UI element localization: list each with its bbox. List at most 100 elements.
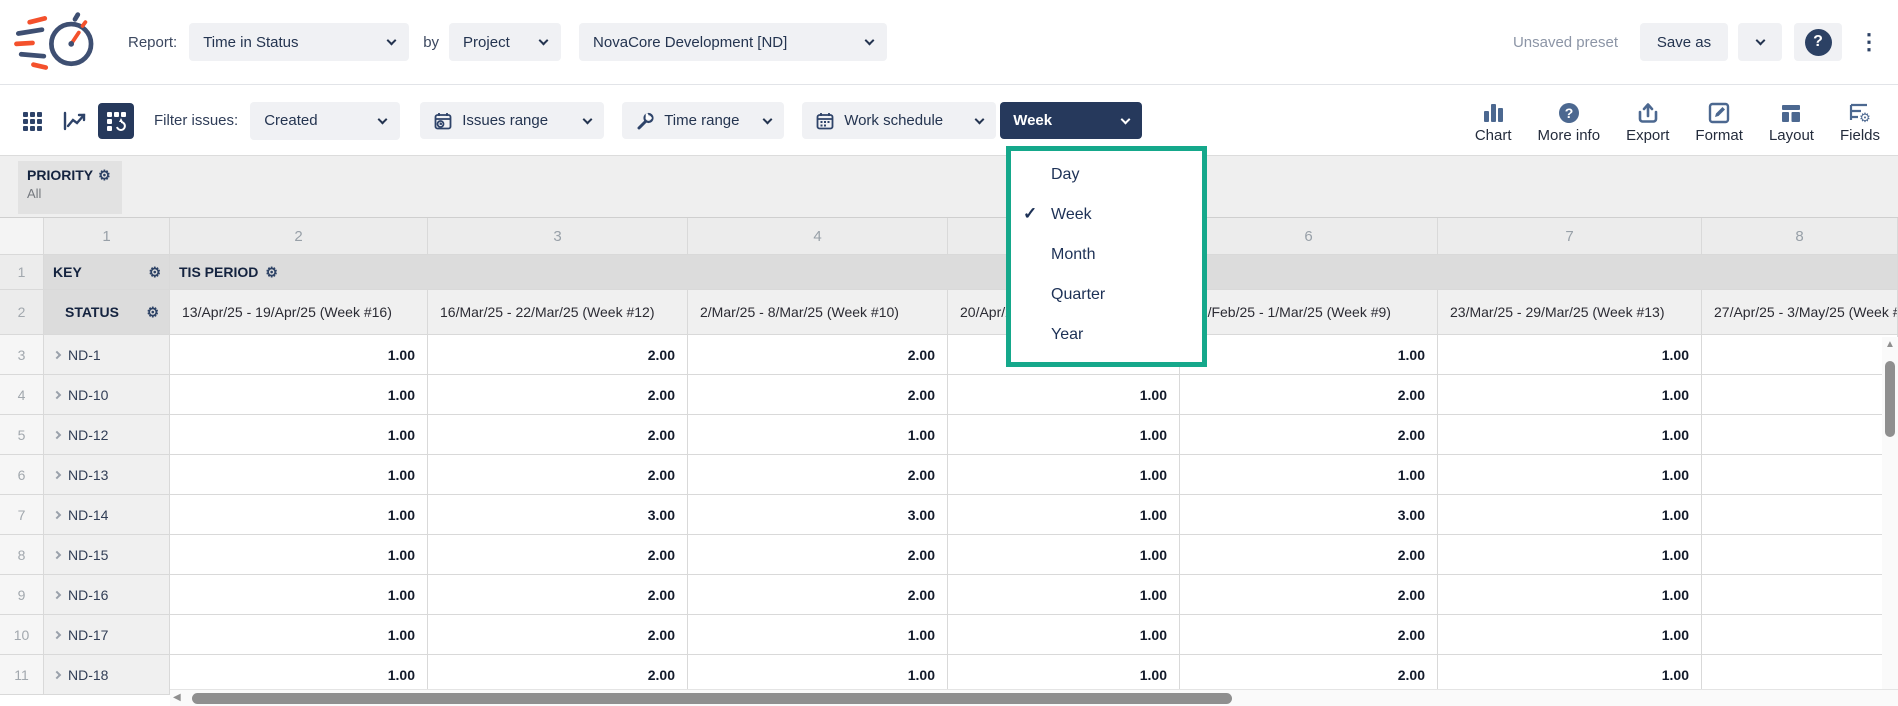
value-cell[interactable]: 1.00 xyxy=(1438,575,1702,615)
expand-chevron-icon[interactable] xyxy=(53,630,61,638)
issue-key-cell[interactable]: ND-12 xyxy=(44,415,170,455)
value-cell[interactable]: 3.00 xyxy=(1180,495,1438,535)
value-cell[interactable]: 1.00 xyxy=(1438,375,1702,415)
horizontal-scrollbar-thumb[interactable] xyxy=(192,693,1232,704)
status-settings-gear-icon[interactable]: ⚙ xyxy=(146,305,159,319)
export-tool-button[interactable]: Export xyxy=(1626,97,1669,144)
key-settings-gear-icon[interactable]: ⚙ xyxy=(148,265,161,279)
period-column-header[interactable]: 27/Apr/25 - 3/May/25 (Week #18) xyxy=(1702,290,1898,335)
scroll-up-arrow-icon[interactable]: ▲ xyxy=(1885,339,1895,350)
more-info-tool-button[interactable]: ? More info xyxy=(1538,97,1601,144)
value-cell[interactable]: 2.00 xyxy=(428,535,688,575)
value-cell[interactable]: 2.00 xyxy=(1180,375,1438,415)
value-cell[interactable]: 2.00 xyxy=(428,335,688,375)
chart-view-button[interactable] xyxy=(56,103,92,139)
tis-period-settings-gear-icon[interactable]: ⚙ xyxy=(265,265,278,279)
value-cell[interactable]: 1.00 xyxy=(170,535,428,575)
value-cell[interactable]: 2.00 xyxy=(688,375,948,415)
issue-key-cell[interactable]: ND-18 xyxy=(44,655,170,695)
value-cell[interactable] xyxy=(1702,455,1898,495)
expand-chevron-icon[interactable] xyxy=(53,390,61,398)
save-as-button[interactable]: Save as xyxy=(1640,23,1728,61)
value-cell[interactable]: 1.00 xyxy=(170,495,428,535)
column-number-header[interactable]: 7 xyxy=(1438,218,1702,255)
period-menu-item-day[interactable]: Day xyxy=(1011,155,1202,195)
value-cell[interactable] xyxy=(1702,375,1898,415)
priority-settings-gear-icon[interactable]: ⚙ xyxy=(98,168,111,182)
expand-chevron-icon[interactable] xyxy=(53,590,61,598)
vertical-scrollbar[interactable]: ▲ xyxy=(1882,337,1898,689)
issues-range-button[interactable]: Issues range xyxy=(420,102,604,139)
period-menu-item-quarter[interactable]: Quarter xyxy=(1011,275,1202,315)
work-schedule-button[interactable]: Work schedule xyxy=(802,102,996,139)
value-cell[interactable]: 1.00 xyxy=(1438,415,1702,455)
value-cell[interactable]: 1.00 xyxy=(1438,335,1702,375)
value-cell[interactable]: 2.00 xyxy=(1180,575,1438,615)
value-cell[interactable]: 2.00 xyxy=(428,455,688,495)
column-number-header[interactable]: 2 xyxy=(170,218,428,255)
vertical-scrollbar-thumb[interactable] xyxy=(1885,361,1895,437)
expand-chevron-icon[interactable] xyxy=(53,430,61,438)
value-cell[interactable]: 2.00 xyxy=(688,335,948,375)
group-by-select[interactable]: Project xyxy=(449,23,561,61)
value-cell[interactable]: 1.00 xyxy=(170,455,428,495)
value-cell[interactable]: 1.00 xyxy=(1180,455,1438,495)
value-cell[interactable]: 2.00 xyxy=(1180,615,1438,655)
value-cell[interactable]: 1.00 xyxy=(688,415,948,455)
value-cell[interactable] xyxy=(1702,495,1898,535)
save-as-dropdown-button[interactable] xyxy=(1738,23,1782,61)
grid-view-button[interactable] xyxy=(14,103,50,139)
value-cell[interactable]: 1.00 xyxy=(1438,535,1702,575)
value-cell[interactable]: 2.00 xyxy=(428,415,688,455)
value-cell[interactable]: 1.00 xyxy=(948,495,1180,535)
value-cell[interactable]: 1.00 xyxy=(170,335,428,375)
expand-chevron-icon[interactable] xyxy=(53,510,61,518)
period-select-button[interactable]: Week xyxy=(1000,102,1142,139)
time-range-button[interactable]: Time range xyxy=(622,102,784,139)
issue-key-cell[interactable]: ND-14 xyxy=(44,495,170,535)
expand-chevron-icon[interactable] xyxy=(53,550,61,558)
period-column-header[interactable]: 2/Mar/25 - 8/Mar/25 (Week #10) xyxy=(688,290,948,335)
value-cell[interactable]: 1.00 xyxy=(948,455,1180,495)
scroll-left-arrow-icon[interactable]: ◀ xyxy=(173,692,181,703)
expand-chevron-icon[interactable] xyxy=(53,670,61,678)
value-cell[interactable]: 1.00 xyxy=(948,575,1180,615)
column-number-header[interactable]: 8 xyxy=(1702,218,1898,255)
column-number-header[interactable]: 1 xyxy=(44,218,170,255)
issue-key-cell[interactable]: ND-16 xyxy=(44,575,170,615)
value-cell[interactable]: 1.00 xyxy=(948,375,1180,415)
period-menu-item-week[interactable]: ✓Week xyxy=(1011,195,1202,235)
issue-key-cell[interactable]: ND-1 xyxy=(44,335,170,375)
issue-key-cell[interactable]: ND-10 xyxy=(44,375,170,415)
layout-tool-button[interactable]: Layout xyxy=(1769,97,1814,144)
chart-tool-button[interactable]: Chart xyxy=(1475,97,1512,144)
value-cell[interactable] xyxy=(1702,535,1898,575)
value-cell[interactable]: 2.00 xyxy=(1180,535,1438,575)
expand-chevron-icon[interactable] xyxy=(53,470,61,478)
value-cell[interactable]: 3.00 xyxy=(428,495,688,535)
project-select[interactable]: NovaCore Development [ND] xyxy=(579,23,887,61)
value-cell[interactable]: 1.00 xyxy=(1438,615,1702,655)
horizontal-scrollbar[interactable]: ◀ xyxy=(170,689,1898,706)
column-number-header[interactable]: 6 xyxy=(1180,218,1438,255)
value-cell[interactable]: 1.00 xyxy=(1438,455,1702,495)
value-cell[interactable]: 2.00 xyxy=(688,575,948,615)
value-cell[interactable]: 1.00 xyxy=(948,615,1180,655)
pivot-view-button[interactable] xyxy=(98,103,134,139)
issue-key-cell[interactable]: ND-15 xyxy=(44,535,170,575)
column-number-header[interactable]: 3 xyxy=(428,218,688,255)
value-cell[interactable] xyxy=(1702,415,1898,455)
period-menu-item-month[interactable]: Month xyxy=(1011,235,1202,275)
value-cell[interactable] xyxy=(1702,575,1898,615)
value-cell[interactable]: 1.00 xyxy=(688,615,948,655)
period-menu-item-year[interactable]: Year xyxy=(1011,315,1202,355)
period-column-header[interactable]: 13/Apr/25 - 19/Apr/25 (Week #16) xyxy=(170,290,428,335)
period-column-header[interactable]: 23/Feb/25 - 1/Mar/25 (Week #9) xyxy=(1180,290,1438,335)
format-tool-button[interactable]: Format xyxy=(1695,97,1743,144)
value-cell[interactable]: 2.00 xyxy=(428,375,688,415)
value-cell[interactable]: 1.00 xyxy=(170,375,428,415)
issue-key-cell[interactable]: ND-13 xyxy=(44,455,170,495)
value-cell[interactable]: 2.00 xyxy=(688,455,948,495)
more-options-button[interactable]: ⋮ xyxy=(1854,23,1884,61)
key-column-header[interactable]: KEY⚙ xyxy=(44,255,170,290)
